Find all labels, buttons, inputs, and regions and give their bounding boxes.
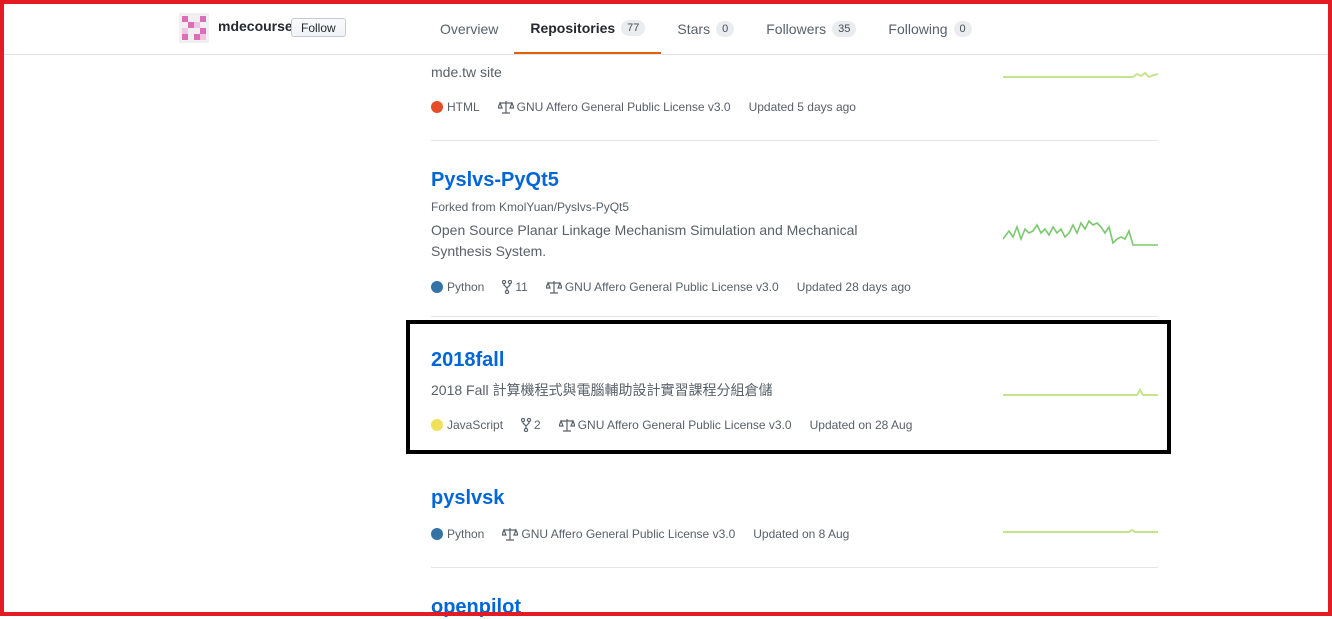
repo-meta: Python GNU Affero General Public License… xyxy=(431,527,867,541)
repo-description: Open Source Planar Linkage Mechanism Sim… xyxy=(431,222,858,259)
follow-button[interactable]: Follow xyxy=(291,18,346,37)
tab-repositories[interactable]: Repositories 77 xyxy=(514,4,662,54)
tab-label: Followers xyxy=(766,21,827,37)
law-icon xyxy=(497,101,514,114)
repo-language: Python xyxy=(431,280,484,294)
repo-name-link[interactable]: Pyslvs-PyQt5 xyxy=(431,169,559,192)
repo-meta: Python 11 GNU Affero General Public Lice… xyxy=(431,280,929,294)
law-icon xyxy=(545,281,562,294)
tab-counter: 77 xyxy=(621,20,646,36)
tab-overview[interactable]: Overview xyxy=(424,4,514,54)
tab-following[interactable]: Following 0 xyxy=(872,4,987,54)
repo-updated: Updated 5 days ago xyxy=(748,100,856,114)
fork-count: 11 xyxy=(515,280,528,294)
tab-label: Repositories xyxy=(530,20,616,36)
forked-from-label[interactable]: Forked from KmolYuan/Pyslvs-PyQt5 xyxy=(431,200,629,214)
activity-sparkline xyxy=(1003,219,1158,246)
repo-license: GNU Affero General Public License v3.0 xyxy=(545,280,779,294)
repo-license: GNU Affero General Public License v3.0 xyxy=(497,100,731,114)
activity-sparkline xyxy=(1003,71,1158,79)
fork-icon xyxy=(502,280,513,294)
profile-tabs: Overview Repositories 77 Stars 0 Followe… xyxy=(424,4,988,54)
repo-description: mde.tw site xyxy=(431,64,502,80)
license-label: GNU Affero General Public License v3.0 xyxy=(564,280,779,294)
repo-license: GNU Affero General Public License v3.0 xyxy=(502,527,735,541)
language-label: Python xyxy=(447,280,485,294)
tab-label: Overview xyxy=(440,21,499,37)
language-label: Python xyxy=(447,527,485,541)
license-label: GNU Affero General Public License v3.0 xyxy=(521,527,736,541)
language-color-dot xyxy=(431,528,443,540)
repo-divider xyxy=(431,140,1158,141)
repo-forks[interactable]: 11 xyxy=(502,280,528,294)
language-color-dot xyxy=(431,101,443,113)
profile-nav-bar: mdecourse Follow Overview Repositories 7… xyxy=(4,4,1328,55)
repo-updated: Updated on 8 Aug xyxy=(753,527,850,541)
tab-counter: 0 xyxy=(953,21,972,37)
repo-meta: HTML GNU Affero General Public License v… xyxy=(431,100,874,114)
repo-language: HTML xyxy=(431,100,480,114)
tab-counter: 0 xyxy=(716,21,735,37)
tab-label: Stars xyxy=(677,21,711,37)
language-color-dot xyxy=(431,281,443,293)
license-label: GNU Affero General Public License v3.0 xyxy=(516,100,731,114)
repo-divider xyxy=(431,567,1158,568)
tab-followers[interactable]: Followers 35 xyxy=(750,4,872,54)
repo-divider xyxy=(431,316,1158,317)
avatar[interactable] xyxy=(179,13,209,43)
profile-username[interactable]: mdecourse xyxy=(218,18,293,34)
language-label: HTML xyxy=(447,100,480,114)
highlight-box xyxy=(406,320,1171,454)
tab-counter: 35 xyxy=(832,21,857,37)
tab-label: Following xyxy=(888,21,948,37)
repo-language: Python xyxy=(431,527,484,541)
activity-sparkline xyxy=(1003,528,1158,533)
repo-name-link[interactable]: pyslvsk xyxy=(431,487,504,510)
repo-updated: Updated 28 days ago xyxy=(796,280,911,294)
law-icon xyxy=(502,528,519,541)
tab-stars[interactable]: Stars 0 xyxy=(661,4,750,54)
